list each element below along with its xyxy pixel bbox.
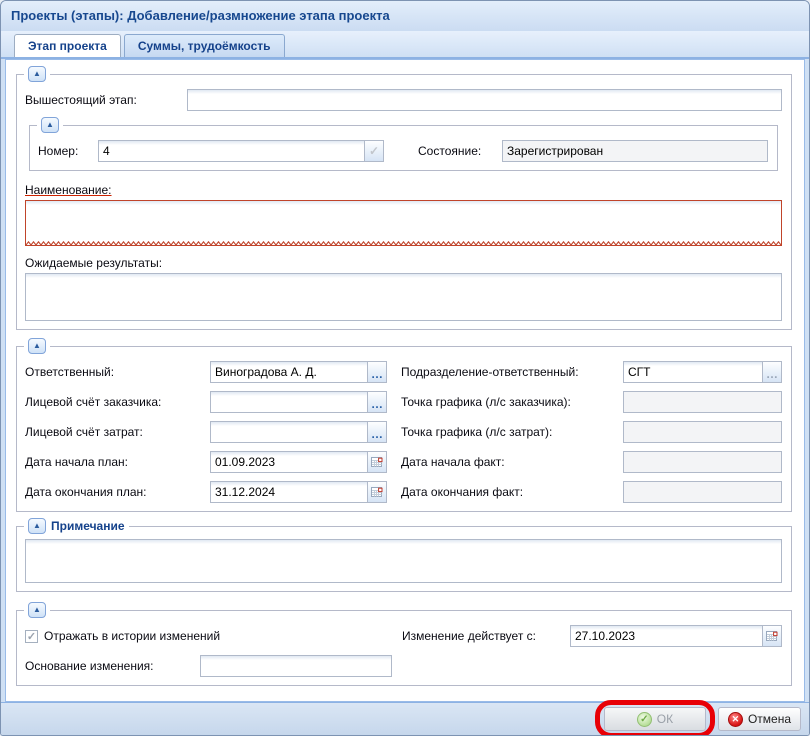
history-flag-group: ✓ Отражать в истории изменений — [25, 629, 402, 643]
cost-account-input[interactable] — [210, 421, 368, 443]
tab-bar: Этап проекта Суммы, трудоёмкость — [1, 31, 809, 59]
footer-button-bar: ✓ ОК ✕ Отмена — [1, 702, 809, 735]
start-date-plan-label: Дата начала план: — [25, 455, 210, 469]
calendar-icon[interactable] — [368, 481, 387, 503]
number-confirm-icon[interactable]: ✓ — [365, 140, 384, 162]
row-history-flag: ✓ Отражать в истории изменений Изменение… — [25, 625, 782, 647]
parent-stage-label: Вышестоящий этап: — [25, 93, 187, 107]
department-input[interactable] — [623, 361, 763, 383]
note-textarea[interactable] — [25, 539, 782, 583]
row-number-state: Номер: ✓ Состояние: — [38, 140, 768, 162]
customer-schedule-point-label: Точка графика (л/с заказчика): — [401, 395, 623, 409]
start-date-fact-field — [623, 451, 782, 473]
fieldset-number-state-legend: ▲ — [37, 117, 63, 133]
row-customer-account: Лицевой счёт заказчика: … Точка графика … — [25, 391, 782, 413]
department-picker-icon[interactable]: … — [763, 361, 782, 383]
history-flag-label: Отражать в истории изменений — [44, 629, 220, 643]
ok-button-label: ОК — [657, 712, 673, 726]
fieldset-main-legend: ▲ — [24, 66, 50, 82]
collapse-icon[interactable]: ▲ — [28, 602, 46, 618]
name-textarea[interactable] — [25, 200, 782, 246]
change-reason-input[interactable] — [200, 655, 392, 677]
cost-schedule-point-field — [623, 421, 782, 443]
expected-results-label: Ожидаемые результаты: — [25, 256, 162, 270]
collapse-icon[interactable]: ▲ — [28, 338, 46, 354]
row-responsible: Ответственный: … Подразделение-ответстве… — [25, 361, 782, 383]
fieldset-details: ▲ Ответственный: … Подразделение-ответст… — [16, 346, 792, 512]
customer-account-label: Лицевой счёт заказчика: — [25, 395, 210, 409]
fieldset-details-legend: ▲ — [24, 338, 50, 354]
checkbox-check-icon: ✓ — [27, 630, 36, 643]
customer-account-picker-icon[interactable]: … — [368, 391, 387, 413]
name-label: Наименование: — [25, 183, 112, 197]
start-date-plan-input[interactable] — [210, 451, 368, 473]
number-input[interactable] — [98, 140, 365, 162]
end-date-fact-label: Дата окончания факт: — [401, 485, 623, 499]
window-title: Проекты (этапы): Добавление/размножение … — [1, 1, 809, 31]
row-parent-stage: Вышестоящий этап: — [25, 89, 782, 111]
end-date-fact-field — [623, 481, 782, 503]
fieldset-main: ▲ Вышестоящий этап: ▲ Номер: ✓ — [16, 74, 792, 330]
end-date-plan-input[interactable] — [210, 481, 368, 503]
collapse-icon[interactable]: ▲ — [28, 66, 46, 82]
history-checkbox[interactable]: ✓ — [25, 630, 38, 643]
window-body: ▲ Вышестоящий этап: ▲ Номер: ✓ — [1, 59, 809, 702]
row-end-date: Дата окончания план: Дата окончания факт… — [25, 481, 782, 503]
dialog-window: Проекты (этапы): Добавление/размножение … — [0, 0, 810, 736]
responsible-picker-icon[interactable]: … — [368, 361, 387, 383]
responsible-label: Ответственный: — [25, 365, 210, 379]
change-effective-input[interactable] — [570, 625, 763, 647]
collapse-icon[interactable]: ▲ — [28, 518, 46, 534]
name-field-block: Наименование: — [25, 183, 782, 246]
cost-account-picker-icon[interactable]: … — [368, 421, 387, 443]
ok-button[interactable]: ✓ ОК — [604, 707, 706, 731]
customer-schedule-point-field — [623, 391, 782, 413]
row-change-reason: Основание изменения: — [25, 655, 782, 677]
department-label: Подразделение-ответственный: — [401, 365, 623, 379]
change-effective-label: Изменение действует с: — [402, 629, 570, 643]
fieldset-number-state: ▲ Номер: ✓ Состояние: — [29, 125, 778, 171]
row-cost-account: Лицевой счёт затрат: … Точка графика (л/… — [25, 421, 782, 443]
end-date-plan-label: Дата окончания план: — [25, 485, 210, 499]
row-start-date: Дата начала план: Дата начала факт: — [25, 451, 782, 473]
fieldset-history-legend: ▲ — [24, 602, 50, 618]
tab-stage[interactable]: Этап проекта — [14, 34, 121, 57]
expected-results-block: Ожидаемые результаты: — [25, 256, 782, 321]
state-field — [502, 140, 768, 162]
calendar-icon[interactable] — [763, 625, 782, 647]
expected-results-textarea[interactable] — [25, 273, 782, 321]
tab-sums[interactable]: Суммы, трудоёмкость — [124, 34, 285, 57]
state-label: Состояние: — [418, 144, 502, 158]
fieldset-note: ▲ Примечание — [16, 526, 792, 592]
change-reason-label: Основание изменения: — [25, 659, 200, 673]
fieldset-note-legend: ▲ Примечание — [24, 518, 129, 534]
parent-stage-input[interactable] — [187, 89, 782, 111]
responsible-input[interactable] — [210, 361, 368, 383]
form-panel: ▲ Вышестоящий этап: ▲ Номер: ✓ — [5, 59, 805, 702]
cancel-x-icon: ✕ — [728, 712, 743, 727]
cost-account-label: Лицевой счёт затрат: — [25, 425, 210, 439]
collapse-icon[interactable]: ▲ — [41, 117, 59, 133]
number-label: Номер: — [38, 144, 98, 158]
cancel-button[interactable]: ✕ Отмена — [718, 707, 801, 731]
calendar-icon[interactable] — [368, 451, 387, 473]
cost-schedule-point-label: Точка графика (л/с затрат): — [401, 425, 623, 439]
cancel-button-label: Отмена — [748, 712, 791, 726]
ok-check-icon: ✓ — [637, 712, 652, 727]
start-date-fact-label: Дата начала факт: — [401, 455, 623, 469]
note-legend-text: Примечание — [51, 519, 125, 533]
fieldset-history: ▲ ✓ Отражать в истории изменений Изменен… — [16, 610, 792, 686]
customer-account-input[interactable] — [210, 391, 368, 413]
